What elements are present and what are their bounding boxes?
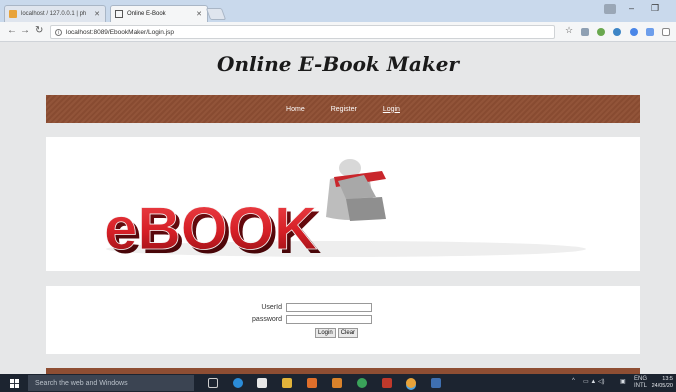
taskbar-search-box[interactable]: Search the web and Windows	[28, 375, 194, 391]
password-input[interactable]	[286, 315, 372, 324]
url-text: localhost:8089/EbookMaker/Login.jsp	[66, 28, 175, 36]
ebook-banner: eBOOK eBOOK	[46, 137, 640, 271]
browser-tab-phpmyadmin[interactable]: localhost / 127.0.0.1 | ph ✕	[4, 5, 106, 22]
tab-title: Online E-Book	[127, 11, 166, 17]
page-title: Online E-Book Maker	[217, 52, 459, 76]
app-icon[interactable]	[332, 378, 342, 388]
phpmyadmin-favicon-icon	[9, 10, 17, 18]
chrome-icon[interactable]	[406, 378, 416, 388]
userid-label: UserId	[261, 304, 282, 311]
app-icon[interactable]	[431, 378, 441, 388]
main-navbar: Home Register Login	[46, 95, 640, 123]
profile-icon[interactable]	[604, 4, 616, 14]
extension-icon[interactable]	[630, 28, 638, 36]
clear-button[interactable]: Clear	[337, 328, 359, 338]
password-label: password	[252, 316, 282, 323]
store-icon[interactable]	[257, 378, 267, 388]
taskbar-clock[interactable]: 13:5 24/05/20	[652, 376, 673, 390]
forward-icon[interactable]: →	[20, 25, 30, 36]
taskbar-search-placeholder: Search the web and Windows	[35, 379, 128, 387]
bookmark-star-icon[interactable]: ☆	[565, 25, 573, 36]
reader-figure-icon	[326, 159, 386, 221]
nav-link-home[interactable]: Home	[286, 106, 305, 113]
browser-tab-online-ebook[interactable]: Online E-Book ✕	[110, 5, 208, 22]
svg-text:eBOOK: eBOOK	[104, 195, 317, 262]
app-icon[interactable]	[357, 378, 367, 388]
clock-time: 13:5	[662, 376, 673, 382]
windows-taskbar: Search the web and Windows ^ ▭ ▲ ◁) ▣ EN…	[0, 374, 676, 392]
language-indicator[interactable]: ENG INTL	[634, 376, 647, 390]
file-explorer-icon[interactable]	[282, 378, 292, 388]
login-button[interactable]: Login	[315, 328, 336, 338]
task-view-icon[interactable]	[208, 378, 218, 388]
minimize-icon[interactable]: –	[629, 3, 634, 13]
edge-browser-icon[interactable]	[233, 378, 243, 388]
maximize-icon[interactable]: ❐	[651, 3, 659, 14]
close-icon[interactable]: ✕	[196, 10, 202, 18]
ebook-3d-text: eBOOK eBOOK	[104, 195, 322, 266]
tray-chevron-icon[interactable]: ^	[572, 378, 575, 384]
menu-icon[interactable]	[662, 28, 670, 36]
extension-icon[interactable]	[646, 28, 654, 36]
password-row: password	[246, 315, 372, 324]
page-favicon-icon	[115, 10, 123, 18]
close-icon[interactable]: ✕	[94, 10, 100, 18]
form-buttons: Login Clear	[315, 328, 359, 338]
extension-icon[interactable]	[597, 28, 605, 36]
new-tab-button[interactable]	[205, 8, 227, 20]
extension-icon[interactable]	[581, 28, 589, 36]
browser-tab-strip: localhost / 127.0.0.1 | ph ✕ Online E-Bo…	[0, 0, 676, 22]
windows-start-icon[interactable]	[10, 379, 19, 388]
app-icon[interactable]	[382, 378, 392, 388]
tray-icons[interactable]: ▭ ▲ ◁)	[583, 378, 605, 385]
info-icon[interactable]: i	[55, 28, 62, 36]
tab-title: localhost / 127.0.0.1 | ph	[21, 11, 87, 17]
extension-icon[interactable]	[613, 28, 621, 36]
back-icon[interactable]: ←	[7, 25, 17, 36]
reload-icon[interactable]: ↻	[35, 25, 43, 36]
nav-link-login[interactable]: Login	[383, 106, 400, 113]
userid-row: UserId	[246, 303, 372, 312]
notification-icon[interactable]: ▣	[620, 378, 626, 385]
address-bar[interactable]: i localhost:8089/EbookMaker/Login.jsp	[50, 25, 555, 39]
userid-input[interactable]	[286, 303, 372, 312]
app-icon[interactable]	[307, 378, 317, 388]
nav-link-register[interactable]: Register	[331, 106, 357, 113]
ebook-banner-image: eBOOK eBOOK	[104, 159, 586, 266]
login-form: UserId password Login Clear	[46, 286, 640, 354]
browser-toolbar: ← → ↻ i localhost:8089/EbookMaker/Login.…	[0, 22, 676, 42]
clock-date: 24/05/20	[651, 383, 673, 389]
